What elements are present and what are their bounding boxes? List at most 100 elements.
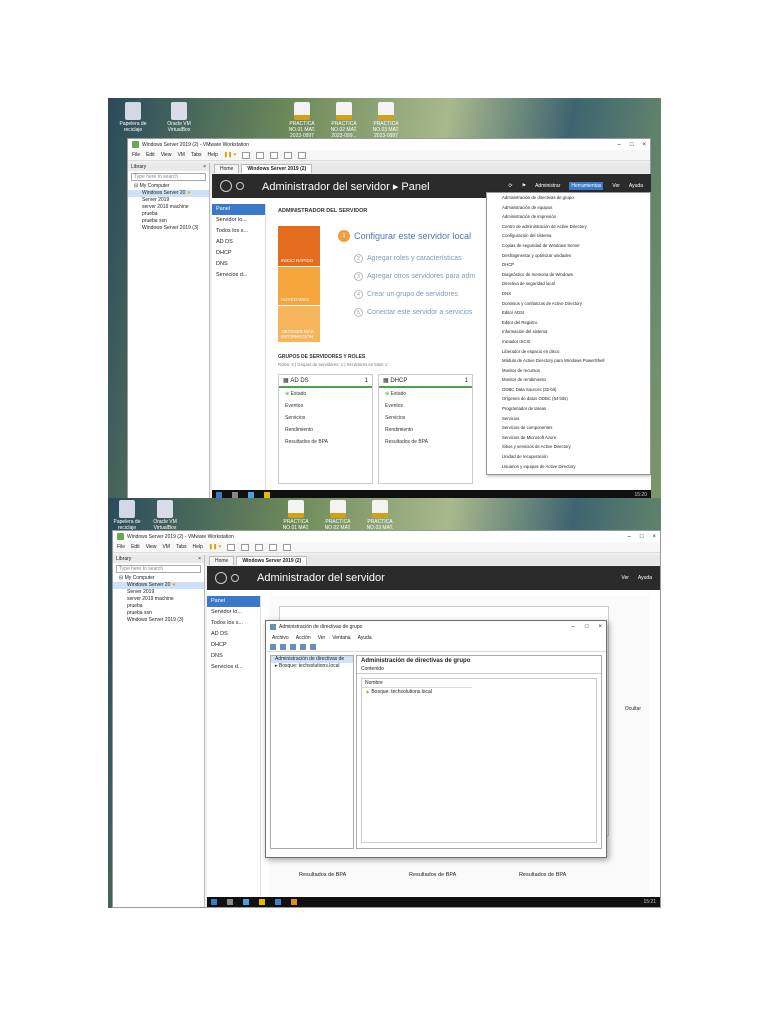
role-card-dhcp[interactable]: ▦ DHCP 1 ⊕ Estado Eventos Servicios Rendi… bbox=[378, 374, 473, 484]
desktop-icon-practica-2[interactable]: PRACTICA NO.02 MAT. 2023-099... bbox=[324, 102, 364, 139]
tools-menu-item[interactable]: DHCP bbox=[487, 260, 650, 270]
menu-edit[interactable]: Edit bbox=[146, 152, 155, 158]
bpa-label[interactable]: Resultados de BPA bbox=[299, 872, 346, 878]
tools-menu-item[interactable]: ODBC Data Sources (32-bit) bbox=[487, 385, 650, 395]
desktop-icon-practica-3[interactable]: PRACTICA NO.03 MAT. 2023-0997 bbox=[366, 102, 406, 139]
sidebar-item-panel[interactable]: Panel bbox=[212, 204, 265, 215]
menu-view[interactable]: View bbox=[146, 544, 157, 550]
menu-archivo[interactable]: Archivo bbox=[272, 635, 289, 641]
menu-ver[interactable]: Ver bbox=[318, 635, 326, 641]
tree-item-vm[interactable]: server 2019 machine bbox=[113, 596, 204, 603]
library-close-icon[interactable]: × bbox=[203, 164, 206, 170]
menu-herramientas[interactable]: Herramientas bbox=[569, 182, 604, 190]
card-row-rendimiento[interactable]: Rendimiento bbox=[279, 424, 372, 436]
gpo-taskbar-icon[interactable] bbox=[291, 899, 297, 905]
sidebar-item-local-server[interactable]: Servidor lo... bbox=[212, 215, 265, 226]
step-add-servers[interactable]: 3 Agregar otros servidores para adm bbox=[354, 272, 475, 281]
up-folder-icon[interactable] bbox=[290, 643, 296, 650]
maximize-button[interactable]: □ bbox=[585, 624, 589, 630]
menu-file[interactable]: File bbox=[132, 152, 140, 158]
tools-menu-item[interactable]: Editor ADSI bbox=[487, 308, 650, 318]
close-button[interactable]: × bbox=[642, 142, 646, 148]
tools-menu-item[interactable]: Usuarios y equipos de Active Directory bbox=[487, 462, 650, 472]
close-button[interactable]: × bbox=[652, 534, 656, 540]
menu-tabs[interactable]: Tabs bbox=[176, 544, 187, 550]
tree-item-vm[interactable]: Windows Server 20 ★ bbox=[128, 190, 209, 197]
sidebar-item-panel[interactable]: Panel bbox=[207, 596, 260, 607]
library-close-icon[interactable]: × bbox=[198, 556, 201, 562]
back-button[interactable] bbox=[220, 180, 232, 192]
maximize-button[interactable]: □ bbox=[630, 142, 634, 148]
menu-vm[interactable]: VM bbox=[177, 152, 185, 158]
refresh-icon[interactable]: ⟳ bbox=[508, 183, 512, 189]
tools-menu-item[interactable]: Módulo de Active Directory para Windows … bbox=[487, 356, 650, 366]
sidebar-item-file-services[interactable]: Servicios d... bbox=[212, 270, 265, 281]
desktop-icon-virtualbox[interactable]: Oracle VM VirtualBox bbox=[162, 102, 196, 133]
console-view-icon[interactable] bbox=[283, 543, 292, 551]
sidebar-item-ad-ds[interactable]: AD DS bbox=[212, 237, 265, 248]
role-card-ad-ds[interactable]: ▦ AD DS 1 ⊕ Estado Eventos Servicios Rend… bbox=[278, 374, 373, 484]
folder-icon[interactable] bbox=[259, 899, 265, 905]
flag-icon[interactable]: ⚑ bbox=[522, 183, 526, 189]
tools-menu-item[interactable]: Directiva de seguridad local bbox=[487, 279, 650, 289]
library-search-input[interactable]: Type here to search bbox=[116, 565, 201, 573]
tree-item-forest[interactable]: ▸ Bosque: techsolutions.local bbox=[271, 663, 353, 670]
minimize-button[interactable]: – bbox=[628, 534, 631, 540]
card-row-bpa[interactable]: Resultados de BPA bbox=[379, 436, 472, 448]
sidebar-item-dns[interactable]: DNS bbox=[207, 651, 260, 662]
tools-menu-item[interactable]: Monitor de recursos bbox=[487, 366, 650, 376]
tree-item-vm[interactable]: Windows Server 2019 (3) bbox=[113, 617, 204, 624]
menu-help[interactable]: Help bbox=[193, 544, 203, 550]
tree-item-vm[interactable]: prueba bbox=[113, 603, 204, 610]
card-row-estado[interactable]: ⊕ Estado bbox=[379, 388, 472, 400]
menu-view[interactable]: View bbox=[161, 152, 172, 158]
tools-menu-item[interactable]: Configuración del sistema bbox=[487, 231, 650, 241]
tools-menu-item[interactable]: Servicios bbox=[487, 414, 650, 424]
close-button[interactable]: × bbox=[598, 624, 602, 630]
maximize-button[interactable]: □ bbox=[640, 534, 644, 540]
console-view-icon[interactable] bbox=[298, 151, 307, 159]
server-manager-icon[interactable] bbox=[275, 899, 281, 905]
back-button[interactable] bbox=[215, 572, 227, 584]
tree-item-vm[interactable]: prueba ssn bbox=[128, 218, 209, 225]
tools-menu-item[interactable]: Servicios de componentes bbox=[487, 423, 650, 433]
tab-contenido[interactable]: Contenido bbox=[357, 666, 601, 674]
pause-icon[interactable]: ❚❚ ▾ bbox=[209, 544, 221, 550]
tools-menu-item[interactable]: Centro de administración de Active Direc… bbox=[487, 222, 650, 232]
menu-tabs[interactable]: Tabs bbox=[191, 152, 202, 158]
card-row-bpa[interactable]: Resultados de BPA bbox=[279, 436, 372, 448]
menu-ver[interactable]: Ver bbox=[621, 575, 629, 581]
menu-administrar[interactable]: Administrar bbox=[535, 183, 560, 189]
tree-item-vm[interactable]: Windows Server 20 ★ bbox=[113, 582, 204, 589]
tree-item-vm[interactable]: server 2019 machine bbox=[128, 204, 209, 211]
tools-menu-item[interactable]: Iniciador iSCSI bbox=[487, 337, 650, 347]
tools-menu-item[interactable]: Sitios y servicios de Active Directory bbox=[487, 442, 650, 452]
tools-menu-item[interactable]: Información del sistema bbox=[487, 327, 650, 337]
start-icon[interactable] bbox=[211, 899, 217, 905]
menu-ayuda[interactable]: Ayuda bbox=[358, 635, 372, 641]
column-header-nombre[interactable]: Nombre bbox=[362, 679, 472, 688]
sidebar-item-local-server[interactable]: Servidor lo... bbox=[207, 607, 260, 618]
sidebar-item-dns[interactable]: DNS bbox=[212, 259, 265, 270]
pause-icon[interactable]: ❚❚ ▾ bbox=[224, 152, 236, 158]
quick-start-tile[interactable]: INICIO RÁPIDO bbox=[278, 226, 320, 266]
tab-home[interactable]: Home bbox=[209, 556, 235, 565]
edge-icon[interactable] bbox=[243, 899, 249, 905]
step-connect-services[interactable]: 5 Conectar este servidor a servicios bbox=[354, 308, 472, 317]
sidebar-item-dhcp[interactable]: DHCP bbox=[212, 248, 265, 259]
tree-item-vm[interactable]: prueba ssn bbox=[113, 610, 204, 617]
tools-menu-item[interactable]: Monitor de rendimiento bbox=[487, 375, 650, 385]
tree-root-my-computer[interactable]: ⊟ My Computer bbox=[128, 183, 209, 190]
learn-more-tile[interactable]: OBTENER MÁS INFORMACIÓN bbox=[278, 306, 320, 342]
card-row-eventos[interactable]: Eventos bbox=[279, 400, 372, 412]
desktop-icon-practica-1[interactable]: PRACTICA NO.01 MAT. 2023-0997 bbox=[282, 102, 322, 139]
sidebar-item-all-servers[interactable]: Todos los s... bbox=[212, 226, 265, 237]
forward-button[interactable] bbox=[231, 574, 239, 582]
revert-icon[interactable] bbox=[256, 151, 265, 159]
tools-menu-item[interactable]: Diagnóstico de memoria de Windows bbox=[487, 270, 650, 280]
menu-ventana[interactable]: Ventana bbox=[332, 635, 350, 641]
tools-menu-item[interactable]: DNS bbox=[487, 289, 650, 299]
card-row-rendimiento[interactable]: Rendimiento bbox=[379, 424, 472, 436]
tools-menu-item[interactable]: Unidad de recuperación bbox=[487, 452, 650, 462]
menu-accion[interactable]: Acción bbox=[296, 635, 311, 641]
